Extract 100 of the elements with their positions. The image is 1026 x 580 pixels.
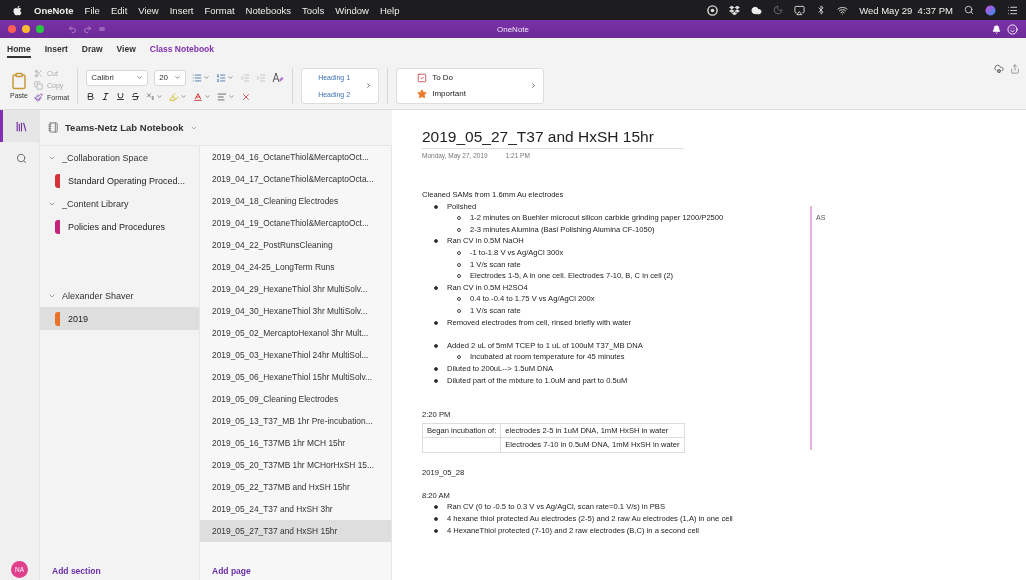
bullet-icon: [434, 378, 438, 383]
subscript-icon: [146, 92, 156, 101]
ribbon-tab[interactable]: View: [116, 44, 136, 58]
menu-item[interactable]: Edit: [110, 4, 128, 16]
notebook-icon: [48, 122, 59, 133]
redo-icon[interactable]: [83, 24, 92, 34]
section-group[interactable]: Alexander Shaver: [40, 284, 199, 307]
caret-icon: [203, 74, 211, 81]
clear-format-icon[interactable]: [272, 72, 285, 83]
menu-item[interactable]: Help: [379, 4, 400, 16]
page-item[interactable]: 2019_05_20_T37MB 1hr MCHorHxSH 15...: [200, 454, 391, 476]
menu-item[interactable]: Tools: [302, 4, 325, 16]
bullet-icon: [434, 517, 438, 522]
search-icon[interactable]: [964, 5, 974, 15]
orb-icon[interactable]: [985, 4, 996, 16]
notebook-selector[interactable]: Teams-Netz Lab Notebook: [40, 110, 392, 146]
tag-option[interactable]: To Do: [417, 72, 531, 83]
page-item[interactable]: 2019_05_16_T37MB 1hr MCH 15hr: [200, 432, 391, 454]
page-item[interactable]: 2019_05_13_T37_MB 1hr Pre-incubation...: [200, 410, 391, 432]
checkbox-icon: [417, 72, 428, 83]
caret-icon: [136, 74, 144, 81]
bluetooth-icon[interactable]: [816, 5, 827, 15]
apple-icon[interactable]: [12, 4, 23, 16]
subscript-button[interactable]: [146, 92, 164, 101]
tag-option[interactable]: Important: [417, 88, 531, 99]
chevron-right-icon[interactable]: [530, 82, 538, 89]
bullet-icon: [434, 204, 438, 209]
caret-icon: [180, 93, 188, 100]
bullet-icon: [434, 343, 438, 348]
align-left-icon: [217, 91, 228, 102]
chevron-right-icon[interactable]: [365, 82, 373, 89]
bullet-icon: [434, 239, 438, 244]
menu-item[interactable]: Notebooks: [245, 4, 291, 16]
wifi-icon[interactable]: [837, 4, 849, 16]
page-item[interactable]: 2019_04_29_HexaneThiol 3hr MultiSolv...: [200, 278, 391, 300]
page-item[interactable]: 2019_05_09_Cleaning Electrodes: [200, 388, 391, 410]
delete-icon[interactable]: [241, 91, 252, 102]
clock-text[interactable]: Wed May 29 4:37 PM: [859, 4, 953, 16]
ribbon-tab[interactable]: Class Notebook: [149, 44, 215, 58]
page-item[interactable]: 2019_05_02_MercaptoHexanol 3hr Mult...: [200, 322, 391, 344]
size-dropdown[interactable]: 20: [154, 69, 187, 86]
dropbox-icon[interactable]: [729, 4, 741, 16]
page-item[interactable]: 2019_04_16_OctaneThiol&MercaptoOct...: [200, 146, 391, 168]
sync-icon[interactable]: [994, 64, 1004, 74]
font-color-button[interactable]: [193, 91, 212, 102]
numbered-list-icon: [216, 72, 227, 83]
ribbon-tab[interactable]: Home: [7, 44, 31, 58]
menu-item[interactable]: Format: [204, 4, 235, 16]
minimize-button[interactable]: [22, 25, 30, 33]
notebooks-button[interactable]: [0, 110, 39, 142]
menu-item[interactable]: View: [138, 4, 159, 16]
page-item[interactable]: 2019_05_22_T37MB and HxSH 15hr: [200, 476, 391, 498]
section-item[interactable]: Policies and Procedures: [40, 215, 199, 238]
caret-icon: [227, 74, 235, 81]
font-dropdown[interactable]: Calibri: [86, 69, 149, 86]
smiley-icon[interactable]: [1007, 23, 1018, 35]
menu-item[interactable]: Insert: [169, 4, 194, 16]
font-color-icon: [193, 91, 204, 102]
page-item[interactable]: 2019_05_24_T37 and HxSH 3hr: [200, 498, 391, 520]
menu-item[interactable]: Window: [335, 4, 369, 16]
italic-icon[interactable]: [101, 92, 111, 101]
bullet-icon: [434, 505, 438, 510]
caret-icon: [174, 74, 182, 81]
page-item[interactable]: 2019_04_17_OctaneThiol&MercaptoOcta...: [200, 168, 391, 190]
section-item[interactable]: Standard Operating Proced...: [40, 169, 199, 192]
bullet-icon: [434, 528, 438, 533]
page-item[interactable]: 2019_05_03_HexaneThiol 24hr MultiSol...: [200, 344, 391, 366]
page-item[interactable]: 2019_04_19_OctaneThiol&MercaptoOct...: [200, 212, 391, 234]
bullet-icon: [434, 366, 438, 371]
menu-item[interactable]: File: [84, 4, 100, 16]
moon-icon[interactable]: [773, 5, 784, 15]
ribbon-tab[interactable]: Insert: [44, 44, 68, 58]
page-item[interactable]: 2019_05_27_T37 and HxSH 15hr: [200, 520, 391, 542]
underline-icon[interactable]: [116, 92, 126, 101]
add-section-link[interactable]: Add section: [40, 566, 199, 580]
section-group[interactable]: _Collaboration Space: [40, 146, 199, 169]
paintbrush-icon: [34, 93, 43, 102]
page-item[interactable]: 2019_05_06_HexaneThiol 15hr MultiSolv...: [200, 366, 391, 388]
bold-icon[interactable]: [86, 92, 96, 101]
highlighter-icon: [169, 91, 180, 102]
bell-icon[interactable]: [992, 24, 1001, 34]
menu-item[interactable]: OneNote: [34, 4, 74, 16]
cloud-icon[interactable]: [751, 4, 763, 16]
copy-icon: [34, 81, 43, 90]
page-item[interactable]: 2019_04_30_HexaneThiol 3hr MultiSolv...: [200, 300, 391, 322]
page-item[interactable]: 2019_04_22_PostRunsCleaning: [200, 234, 391, 256]
list-icon[interactable]: [1007, 4, 1018, 16]
page-item[interactable]: 2019_04_18_Cleaning Electrodes: [200, 190, 391, 212]
zoom-button[interactable]: [36, 25, 44, 33]
ribbon-tab[interactable]: Draw: [81, 44, 103, 58]
airplay-icon[interactable]: [794, 4, 806, 16]
page-title[interactable]: 2019_05_27_T37 and HxSH 15hr: [422, 128, 684, 149]
undo-icon[interactable]: [68, 24, 77, 34]
section-group[interactable]: _Content Library: [40, 192, 199, 215]
section-item[interactable]: 2019: [40, 307, 199, 330]
page-item[interactable]: 2019_04_24-25_LongTerm Runs: [200, 256, 391, 278]
caret-icon: [156, 93, 164, 100]
strikethrough-icon[interactable]: [131, 92, 141, 101]
close-button[interactable]: [8, 25, 16, 33]
add-page-link[interactable]: Add page: [200, 566, 391, 580]
